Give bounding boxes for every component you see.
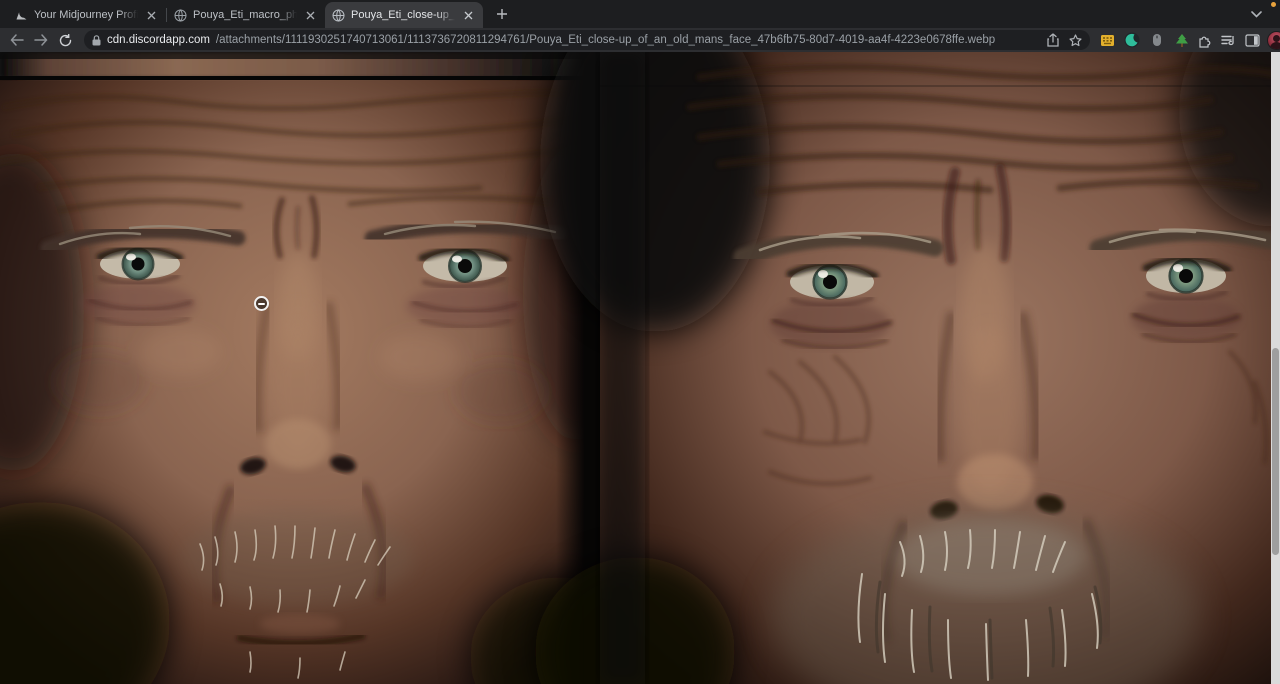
close-icon[interactable] xyxy=(303,8,318,23)
address-bar[interactable]: cdn.discordapp.com/attachments/111193025… xyxy=(84,30,1090,50)
keyboard-grid-extension-icon[interactable] xyxy=(1098,31,1116,49)
scrollbar-track[interactable] xyxy=(1271,52,1280,684)
reload-icon xyxy=(59,34,72,47)
side-panel-button[interactable] xyxy=(1241,29,1263,51)
extensions-area xyxy=(1098,31,1191,49)
globe-icon xyxy=(332,9,345,22)
side-panel-icon xyxy=(1245,34,1260,47)
portrait-image[interactable] xyxy=(0,52,1280,684)
update-notification-dot xyxy=(1271,2,1276,7)
forward-arrow-icon xyxy=(34,34,48,46)
right-portrait xyxy=(535,52,1280,684)
tab-title: Pouya_Eti_macro_photo_of_a xyxy=(193,9,297,21)
reload-button[interactable] xyxy=(54,29,76,51)
new-tab-button[interactable] xyxy=(489,1,515,27)
playlist-icon xyxy=(1221,34,1236,47)
back-arrow-icon xyxy=(10,34,24,46)
tab-title: Your Midjourney Profile xyxy=(34,9,138,21)
url-domain: cdn.discordapp.com xyxy=(107,34,210,46)
globe-icon xyxy=(174,9,187,22)
page-content xyxy=(0,52,1280,684)
extensions-button[interactable] xyxy=(1193,29,1215,51)
midjourney-sailboat-icon xyxy=(15,9,28,22)
back-button[interactable] xyxy=(6,29,28,51)
browser-toolbar: cdn.discordapp.com/attachments/111193025… xyxy=(0,28,1280,52)
share-icon[interactable] xyxy=(1047,33,1059,47)
profile-avatar[interactable] xyxy=(1265,29,1280,51)
tab-strip: Your Midjourney Profile Pouya_Eti_macro_… xyxy=(0,0,1280,28)
zoom-out-cursor-icon xyxy=(254,296,269,311)
plus-icon xyxy=(496,8,508,20)
star-icon[interactable] xyxy=(1069,34,1082,47)
lock-icon xyxy=(92,35,101,46)
close-icon[interactable] xyxy=(144,8,159,23)
tab-title: Pouya_Eti_close-up_of_an_ol xyxy=(351,9,455,21)
close-icon[interactable] xyxy=(461,8,476,23)
tree-extension-icon[interactable] xyxy=(1173,31,1191,49)
mouse-extension-icon[interactable] xyxy=(1148,31,1166,49)
tabs-container: Your Midjourney Profile Pouya_Eti_macro_… xyxy=(0,0,515,28)
url-path: /attachments/1111930251740713061/1113736… xyxy=(216,34,1041,46)
scrollbar-thumb[interactable] xyxy=(1272,348,1279,555)
tab-midjourney-profile[interactable]: Your Midjourney Profile xyxy=(8,2,166,28)
moon-extension-icon[interactable] xyxy=(1123,31,1141,49)
chevron-down-icon xyxy=(1251,11,1262,18)
forward-button[interactable] xyxy=(30,29,52,51)
tab-search-button[interactable] xyxy=(1246,4,1266,24)
reading-list-button[interactable] xyxy=(1217,29,1239,51)
puzzle-icon xyxy=(1197,33,1212,48)
tab-macro-photo[interactable]: Pouya_Eti_macro_photo_of_a xyxy=(167,2,325,28)
tab-close-up-active[interactable]: Pouya_Eti_close-up_of_an_ol xyxy=(325,2,483,28)
